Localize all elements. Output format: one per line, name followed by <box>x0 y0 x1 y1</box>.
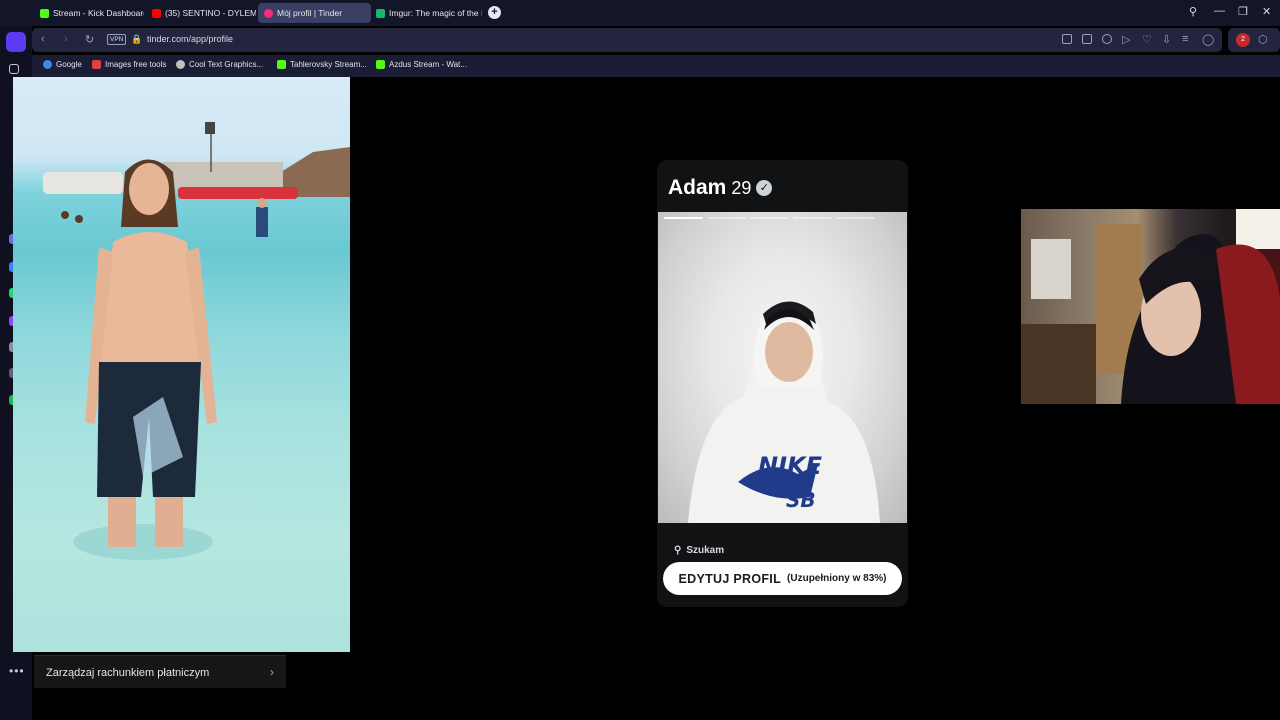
tinder-icon <box>264 8 273 18</box>
google-icon <box>43 60 52 69</box>
bookmark-cool-text[interactable]: Cool Text Graphics... <box>176 60 263 69</box>
url-text[interactable]: tinder.com/app/profile <box>147 34 233 44</box>
extensions-area: 2 ⬡ <box>1228 28 1280 52</box>
edit-profile-label: EDYTUJ PROFIL <box>678 571 782 586</box>
address-bar[interactable]: ‹ › ↻ VPN 🔒 tinder.com/app/profile ▷ ♡ ⇩… <box>32 28 1222 52</box>
more-icon[interactable]: ••• <box>9 664 25 678</box>
play-icon[interactable]: ▷ <box>1122 33 1130 46</box>
shield-icon[interactable] <box>1102 34 1112 44</box>
reload-icon[interactable]: ↻ <box>85 33 94 46</box>
bookmarks-bar: Google Images free tools Cool Text Graph… <box>32 55 1280 77</box>
tab-kick-dashboard[interactable]: Stream - Kick Dashboard <box>34 3 144 23</box>
tab-label: (35) SENTINO - DYLEM <box>165 8 256 18</box>
bookmark-azdus[interactable]: Azdus Stream - Wat... <box>376 60 467 69</box>
bookmark-images-free-tools[interactable]: Images free tools <box>92 60 166 69</box>
kick-icon <box>277 60 286 69</box>
tab-youtube[interactable]: (35) SENTINO - DYLEM <box>146 3 256 23</box>
bookmark-label: Tahlerovsky Stream... <box>290 60 367 69</box>
payment-label: Zarządzaj rachunkiem płatniczym <box>46 667 210 679</box>
lock-icon[interactable]: 🔒 <box>131 34 142 45</box>
profile-header: Adam 29 ✓ <box>668 176 773 200</box>
home-icon[interactable] <box>6 32 26 52</box>
edit-profile-button[interactable]: EDYTUJ PROFIL (Uzupełniony w 83%) <box>663 562 902 595</box>
profile-age: 29 <box>731 178 752 198</box>
tab-label: Stream - Kick Dashboard <box>53 8 144 18</box>
tab-imgur[interactable]: Imgur: The magic of the In <box>370 3 482 23</box>
search-icon: ⚲ <box>674 545 682 556</box>
tab-label: Mój profil | Tinder <box>277 8 343 18</box>
bookmark-label: Google <box>56 60 82 69</box>
verified-badge-icon: ✓ <box>756 180 773 196</box>
star-icon[interactable] <box>9 64 19 74</box>
profile-card: Adam 29 ✓ NIKE SB ⚲ Szukam EDYTUJ PROFIL… <box>657 160 908 607</box>
tab-label: Imgur: The magic of the In <box>389 8 482 18</box>
cooltext-icon <box>176 60 185 69</box>
edit-icon[interactable] <box>1062 34 1072 44</box>
extension-badge[interactable]: 2 <box>1236 33 1250 47</box>
bookmark-label: Cool Text Graphics... <box>189 60 264 69</box>
beach-photo <box>13 77 350 652</box>
bookmark-label: Images free tools <box>105 60 167 69</box>
profile-icon[interactable]: ◯ <box>1202 33 1214 46</box>
back-icon[interactable]: ‹ <box>41 33 45 45</box>
tab-tinder-profile[interactable]: Mój profil | Tinder <box>258 3 371 23</box>
forward-icon[interactable]: › <box>64 33 68 45</box>
kick-icon <box>40 8 49 18</box>
chevron-right-icon: › <box>270 665 274 679</box>
svg-text:SB: SB <box>786 488 816 512</box>
camera-icon[interactable] <box>1082 34 1092 44</box>
images-tool-icon <box>92 60 101 69</box>
seeking-label: Szukam <box>686 545 725 556</box>
webcam-overlay <box>1021 209 1280 404</box>
profile-photo[interactable]: NIKE SB <box>658 212 907 523</box>
seeking-section[interactable]: ⚲ Szukam <box>674 545 724 556</box>
vpn-badge[interactable]: VPN <box>107 34 127 45</box>
download-icon[interactable]: ⇩ <box>1162 33 1171 46</box>
kick-icon <box>376 60 385 69</box>
restore-button[interactable]: ❐ <box>1238 5 1248 18</box>
svg-text:NIKE: NIKE <box>758 452 823 480</box>
extensions-icon[interactable]: ⬡ <box>1258 33 1268 46</box>
search-tabs-icon[interactable]: ⚲ <box>1189 5 1197 18</box>
profile-name: Adam <box>668 176 727 199</box>
bookmark-label: Azdus Stream - Wat... <box>389 60 467 69</box>
minimize-button[interactable]: — <box>1214 5 1225 17</box>
youtube-icon <box>152 8 161 18</box>
bookmark-google[interactable]: Google <box>43 60 82 69</box>
close-button[interactable]: ✕ <box>1262 5 1271 18</box>
bookmark-tahlerovsky[interactable]: Tahlerovsky Stream... <box>277 60 367 69</box>
manage-payment-account-item[interactable]: Zarządzaj rachunkiem płatniczym › <box>34 655 286 688</box>
menu-icon[interactable]: ≡ <box>1182 33 1188 45</box>
new-tab-button[interactable]: + <box>488 6 501 19</box>
profile-completion: (Uzupełniony w 83%) <box>787 573 887 584</box>
imgur-icon <box>376 8 385 18</box>
heart-icon[interactable]: ♡ <box>1142 33 1152 46</box>
